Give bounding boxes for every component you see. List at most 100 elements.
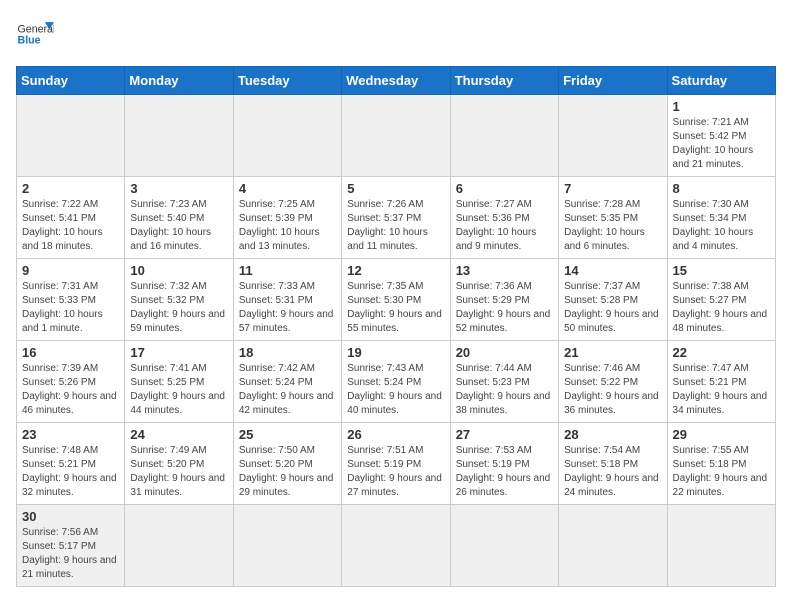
calendar-cell: 8Sunrise: 7:30 AM Sunset: 5:34 PM Daylig… — [667, 177, 775, 259]
week-row-2: 2Sunrise: 7:22 AM Sunset: 5:41 PM Daylig… — [17, 177, 776, 259]
calendar-cell: 5 Sunrise: 7:26 AM Sunset: 5:37 PM Daylig… — [342, 177, 450, 259]
logo-icon: General Blue — [16, 16, 54, 54]
day-number: 26 — [347, 427, 444, 442]
calendar-cell: 10 Sunrise: 7:32 AM Sunset: 5:32 PM Dayli… — [125, 259, 233, 341]
calendar-cell — [233, 505, 341, 587]
day-number: 23 — [22, 427, 119, 442]
calendar-cell: 15 Sunrise: 7:38 AM Sunset: 5:27 PM Dayli… — [667, 259, 775, 341]
weekday-header-monday: Monday — [125, 67, 233, 95]
day-number: 11 — [239, 263, 336, 278]
calendar-cell: 28 Sunrise: 7:54 AM Sunset: 5:18 PM Dayli… — [559, 423, 667, 505]
day-number: 30 — [22, 509, 119, 524]
day-info: Sunrise: 7:41 AM Sunset: 5:25 PM Dayligh… — [130, 362, 227, 418]
calendar: SundayMondayTuesdayWednesdayThursdayFrid… — [16, 66, 776, 587]
calendar-cell: 11 Sunrise: 7:33 AM Sunset: 5:31 PM Dayli… — [233, 259, 341, 341]
calendar-cell: 7Sunrise: 7:28 AM Sunset: 5:35 PM Daylig… — [559, 177, 667, 259]
day-info: Sunrise: 7:56 AM Sunset: 5:17 PM Dayligh… — [22, 526, 119, 582]
week-row-1: 1 Sunrise: 7:21 AM Sunset: 5:42 PM Daylig… — [17, 95, 776, 177]
weekday-header-friday: Friday — [559, 67, 667, 95]
day-number: 10 — [130, 263, 227, 278]
calendar-cell: 16 Sunrise: 7:39 AM Sunset: 5:26 PM Dayli… — [17, 341, 125, 423]
calendar-cell: 26Sunrise: 7:51 AM Sunset: 5:19 PM Dayli… — [342, 423, 450, 505]
day-number: 3 — [130, 181, 227, 196]
day-number: 25 — [239, 427, 336, 442]
day-number: 27 — [456, 427, 553, 442]
day-info: Sunrise: 7:36 AM Sunset: 5:29 PM Dayligh… — [456, 280, 553, 336]
day-info: Sunrise: 7:53 AM Sunset: 5:19 PM Dayligh… — [456, 444, 553, 500]
weekday-header-tuesday: Tuesday — [233, 67, 341, 95]
day-info: Sunrise: 7:54 AM Sunset: 5:18 PM Dayligh… — [564, 444, 661, 500]
day-info: Sunrise: 7:23 AM Sunset: 5:40 PM Dayligh… — [130, 198, 227, 254]
day-info: Sunrise: 7:39 AM Sunset: 5:26 PM Dayligh… — [22, 362, 119, 418]
calendar-cell: 2Sunrise: 7:22 AM Sunset: 5:41 PM Daylig… — [17, 177, 125, 259]
day-number: 5 — [347, 181, 444, 196]
calendar-cell — [559, 505, 667, 587]
day-info: Sunrise: 7:27 AM Sunset: 5:36 PM Dayligh… — [456, 198, 553, 254]
day-number: 2 — [22, 181, 119, 196]
weekday-header-row: SundayMondayTuesdayWednesdayThursdayFrid… — [17, 67, 776, 95]
day-info: Sunrise: 7:33 AM Sunset: 5:31 PM Dayligh… — [239, 280, 336, 336]
day-info: Sunrise: 7:32 AM Sunset: 5:32 PM Dayligh… — [130, 280, 227, 336]
day-number: 28 — [564, 427, 661, 442]
calendar-cell: 22Sunrise: 7:47 AM Sunset: 5:21 PM Dayli… — [667, 341, 775, 423]
calendar-cell: 1 Sunrise: 7:21 AM Sunset: 5:42 PM Daylig… — [667, 95, 775, 177]
calendar-cell — [125, 505, 233, 587]
calendar-cell: 4 Sunrise: 7:25 AM Sunset: 5:39 PM Daylig… — [233, 177, 341, 259]
svg-text:Blue: Blue — [18, 34, 41, 46]
day-number: 12 — [347, 263, 444, 278]
day-info: Sunrise: 7:31 AM Sunset: 5:33 PM Dayligh… — [22, 280, 119, 336]
page-header: General Blue — [16, 16, 776, 54]
calendar-cell: 19 Sunrise: 7:43 AM Sunset: 5:24 PM Dayli… — [342, 341, 450, 423]
day-info: Sunrise: 7:46 AM Sunset: 5:22 PM Dayligh… — [564, 362, 661, 418]
day-info: Sunrise: 7:49 AM Sunset: 5:20 PM Dayligh… — [130, 444, 227, 500]
week-row-3: 9 Sunrise: 7:31 AM Sunset: 5:33 PM Daylig… — [17, 259, 776, 341]
day-number: 29 — [673, 427, 770, 442]
calendar-cell: 27 Sunrise: 7:53 AM Sunset: 5:19 PM Dayli… — [450, 423, 558, 505]
week-row-6: 30 Sunrise: 7:56 AM Sunset: 5:17 PM Dayli… — [17, 505, 776, 587]
calendar-cell — [342, 95, 450, 177]
calendar-cell — [559, 95, 667, 177]
weekday-header-wednesday: Wednesday — [342, 67, 450, 95]
calendar-cell: 20Sunrise: 7:44 AM Sunset: 5:23 PM Dayli… — [450, 341, 558, 423]
day-info: Sunrise: 7:37 AM Sunset: 5:28 PM Dayligh… — [564, 280, 661, 336]
calendar-cell: 9 Sunrise: 7:31 AM Sunset: 5:33 PM Daylig… — [17, 259, 125, 341]
day-info: Sunrise: 7:47 AM Sunset: 5:21 PM Dayligh… — [673, 362, 770, 418]
calendar-cell: 29 Sunrise: 7:55 AM Sunset: 5:18 PM Dayli… — [667, 423, 775, 505]
day-info: Sunrise: 7:35 AM Sunset: 5:30 PM Dayligh… — [347, 280, 444, 336]
day-info: Sunrise: 7:21 AM Sunset: 5:42 PM Dayligh… — [673, 116, 770, 172]
day-info: Sunrise: 7:48 AM Sunset: 5:21 PM Dayligh… — [22, 444, 119, 500]
day-number: 14 — [564, 263, 661, 278]
calendar-cell — [233, 95, 341, 177]
day-info: Sunrise: 7:42 AM Sunset: 5:24 PM Dayligh… — [239, 362, 336, 418]
day-info: Sunrise: 7:26 AM Sunset: 5:37 PM Dayligh… — [347, 198, 444, 254]
day-number: 13 — [456, 263, 553, 278]
day-info: Sunrise: 7:25 AM Sunset: 5:39 PM Dayligh… — [239, 198, 336, 254]
day-info: Sunrise: 7:55 AM Sunset: 5:18 PM Dayligh… — [673, 444, 770, 500]
calendar-cell: 17 Sunrise: 7:41 AM Sunset: 5:25 PM Dayli… — [125, 341, 233, 423]
day-info: Sunrise: 7:50 AM Sunset: 5:20 PM Dayligh… — [239, 444, 336, 500]
weekday-header-thursday: Thursday — [450, 67, 558, 95]
calendar-cell — [342, 505, 450, 587]
day-number: 15 — [673, 263, 770, 278]
calendar-cell — [125, 95, 233, 177]
day-info: Sunrise: 7:43 AM Sunset: 5:24 PM Dayligh… — [347, 362, 444, 418]
week-row-5: 23 Sunrise: 7:48 AM Sunset: 5:21 PM Dayli… — [17, 423, 776, 505]
day-number: 19 — [347, 345, 444, 360]
calendar-cell: 3 Sunrise: 7:23 AM Sunset: 5:40 PM Daylig… — [125, 177, 233, 259]
calendar-cell: 13 Sunrise: 7:36 AM Sunset: 5:29 PM Dayli… — [450, 259, 558, 341]
day-number: 16 — [22, 345, 119, 360]
calendar-cell: 21 Sunrise: 7:46 AM Sunset: 5:22 PM Dayli… — [559, 341, 667, 423]
calendar-cell — [450, 95, 558, 177]
day-number: 9 — [22, 263, 119, 278]
calendar-cell: 30 Sunrise: 7:56 AM Sunset: 5:17 PM Dayli… — [17, 505, 125, 587]
weekday-header-saturday: Saturday — [667, 67, 775, 95]
day-number: 17 — [130, 345, 227, 360]
day-number: 18 — [239, 345, 336, 360]
calendar-cell — [17, 95, 125, 177]
day-number: 21 — [564, 345, 661, 360]
day-number: 1 — [673, 99, 770, 114]
week-row-4: 16 Sunrise: 7:39 AM Sunset: 5:26 PM Dayli… — [17, 341, 776, 423]
day-info: Sunrise: 7:38 AM Sunset: 5:27 PM Dayligh… — [673, 280, 770, 336]
day-number: 8 — [673, 181, 770, 196]
day-number: 4 — [239, 181, 336, 196]
